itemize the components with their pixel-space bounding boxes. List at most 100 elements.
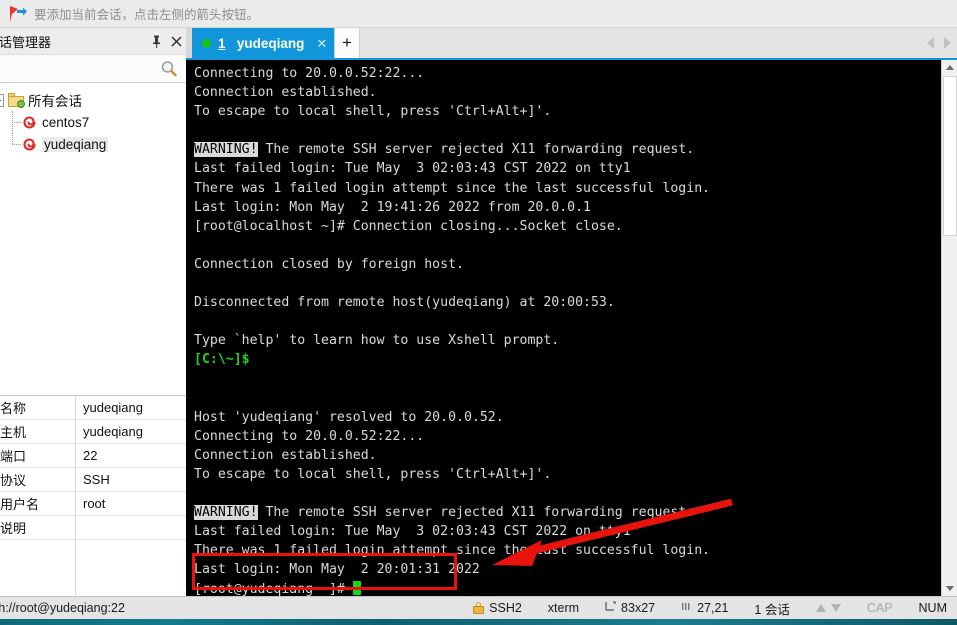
terminal-line: Connection established.: [194, 83, 931, 102]
terminal-line: Last failed login: Tue May 3 02:03:43 CS…: [194, 522, 931, 541]
tree-item-label: 所有会话: [28, 94, 82, 109]
terminal-text: [C:\~]$: [194, 352, 250, 368]
scroll-up-icon[interactable]: [942, 60, 957, 75]
tab-label: 1 yudeqiang: [218, 36, 304, 51]
property-row[interactable]: 协议 SSH: [0, 468, 186, 492]
terminal-line: Type `help' to learn how to use Xshell p…: [194, 331, 931, 350]
resize-icon: [605, 601, 616, 615]
pin-icon[interactable]: [146, 31, 166, 51]
status-bar: sh://root@yudeqiang:22 SSH2 xterm 83x27 …: [0, 596, 957, 619]
close-icon[interactable]: [166, 31, 186, 51]
terminal-text: Last login: Mon May 2 19:41:26 2022 from…: [194, 199, 591, 215]
terminal-line: WARNING! The remote SSH server rejected …: [194, 140, 931, 159]
status-security: SSH2: [473, 601, 522, 615]
tab-bar: 1 yudeqiang ✕ +: [186, 28, 957, 58]
tree-item-centos7[interactable]: centos7: [0, 111, 186, 133]
property-value[interactable]: yudeqiang: [76, 396, 186, 419]
terminal-text: Connecting to 20.0.0.52:22...: [194, 66, 425, 81]
property-value[interactable]: 22: [76, 444, 186, 467]
property-key: 说明: [0, 516, 76, 539]
property-key: 端口: [0, 444, 76, 467]
terminal-text: Last failed login: Tue May 3 02:03:43 CS…: [194, 524, 631, 540]
status-caps-lock-label: CAP: [866, 601, 893, 615]
status-cursor-position-label: 27,21: [697, 601, 729, 615]
folder-gear-icon: [8, 93, 25, 108]
terminal-line: To escape to local shell, press 'Ctrl+Al…: [194, 465, 931, 484]
tab-index: 1: [218, 35, 226, 51]
property-row[interactable]: 说明: [0, 516, 186, 540]
terminal-text: There was 1 failed login attempt since t…: [194, 180, 711, 196]
notification-bar: 要添加当前会话，点击左侧的箭头按钮。: [0, 0, 957, 28]
tree-item-yudeqiang[interactable]: yudeqiang: [0, 133, 186, 155]
close-icon[interactable]: ✕: [316, 37, 327, 50]
status-terminal-size-label: 83x27: [621, 601, 656, 615]
property-value[interactable]: [76, 516, 186, 539]
terminal-line: To escape to local shell, press 'Ctrl+Al…: [194, 102, 931, 121]
terminal-text: Disconnected from remote host(yudeqiang)…: [194, 295, 615, 311]
terminal-text: Last login: Mon May 2 20:01:31 2022: [194, 562, 480, 578]
session-manager-panel: 会话管理器: [0, 28, 186, 612]
tree-item-all-sessions[interactable]: 所有会话: [0, 89, 186, 111]
scrollbar-thumb[interactable]: [943, 76, 957, 236]
lock-icon: [473, 602, 485, 614]
terminal-line: [C:\~]$: [194, 350, 931, 369]
property-row[interactable]: 名称 yudeqiang: [0, 396, 186, 420]
terminal-line: Connection closed by foreign host.: [194, 255, 931, 274]
tree-line: [12, 144, 21, 145]
terminal-output[interactable]: Connecting to 20.0.0.52:22... Connection …: [186, 60, 931, 596]
terminal-text: Type `help' to learn how to use Xshell p…: [194, 333, 560, 349]
chevron-right-icon[interactable]: [944, 37, 951, 49]
property-value[interactable]: yudeqiang: [76, 420, 186, 443]
terminal-text: To escape to local shell, press 'Ctrl+Al…: [194, 104, 552, 120]
session-manager-toolbar: [0, 54, 186, 83]
status-security-label: SSH2: [489, 601, 522, 615]
terminal-text: To escape to local shell, press 'Ctrl+Al…: [194, 466, 552, 482]
terminal-pane[interactable]: Connecting to 20.0.0.52:22... Connection …: [186, 58, 957, 596]
property-row[interactable]: 端口 22: [0, 444, 186, 468]
status-num-lock-label: NUM: [918, 601, 947, 615]
terminal-scrollbar[interactable]: [941, 60, 957, 596]
terminal-line: There was 1 failed login attempt since t…: [194, 179, 931, 198]
flag-arrow-icon: [8, 5, 28, 23]
property-key: 用户名: [0, 492, 76, 515]
status-num-lock: NUM: [919, 601, 947, 615]
status-session-count: 1 会话: [754, 599, 789, 618]
xshell-window: 要添加当前会话，点击左侧的箭头按钮。 会话管理器: [0, 0, 957, 625]
scroll-down-icon[interactable]: [942, 581, 957, 596]
connected-dot-icon: [202, 38, 211, 48]
tab-title: yudeqiang: [236, 35, 305, 51]
session-properties-grid: 名称 yudeqiang 主机 yudeqiang 端口 22 协议 SSH 用户名 root 说明: [0, 396, 186, 612]
terminal-text: Connection established.: [194, 85, 377, 101]
property-row[interactable]: 用户名 root: [0, 492, 186, 516]
tree-item-label: yudeqiang: [42, 136, 109, 152]
status-terminal-size: 83x27: [605, 601, 655, 615]
status-caps-lock: CAP: [867, 601, 893, 615]
session-manager-title: 会话管理器: [0, 34, 52, 50]
property-row[interactable]: 主机 yudeqiang: [0, 420, 186, 444]
search-icon[interactable]: [160, 60, 178, 78]
terminal-text: [root@localhost ~]# Connection closing..…: [194, 218, 623, 234]
terminal-text: Connection established.: [194, 447, 377, 463]
session-icon: [22, 115, 37, 130]
expander-icon[interactable]: [0, 93, 4, 107]
tab-yudeqiang[interactable]: 1 yudeqiang ✕: [192, 28, 336, 58]
terminal-line: WARNING! The remote SSH server rejected …: [194, 503, 931, 522]
terminal-line: Disconnected from remote host(yudeqiang)…: [194, 293, 931, 312]
arrow-up-icon: [815, 604, 826, 612]
chevron-left-icon[interactable]: [927, 37, 934, 49]
terminal-text: The remote SSH server rejected X11 forwa…: [257, 505, 695, 521]
new-tab-button[interactable]: +: [334, 28, 360, 58]
terminal-warning-badge: WARNING!: [194, 505, 258, 521]
property-value[interactable]: root: [76, 492, 186, 515]
terminal-text: Last failed login: Tue May 3 02:03:43 CS…: [194, 161, 631, 177]
terminal-line: Connecting to 20.0.0.52:22...: [194, 427, 931, 446]
terminal-line: Host 'yudeqiang' resolved to 20.0.0.52.: [194, 408, 931, 427]
property-value[interactable]: SSH: [76, 468, 186, 491]
session-icon: [22, 137, 37, 152]
property-key: 名称: [0, 396, 76, 419]
status-terminal-type: xterm: [548, 601, 579, 615]
desktop-taskbar-strip: [0, 619, 957, 625]
session-tree[interactable]: 所有会话 centos7 yudeqiang: [0, 83, 186, 396]
